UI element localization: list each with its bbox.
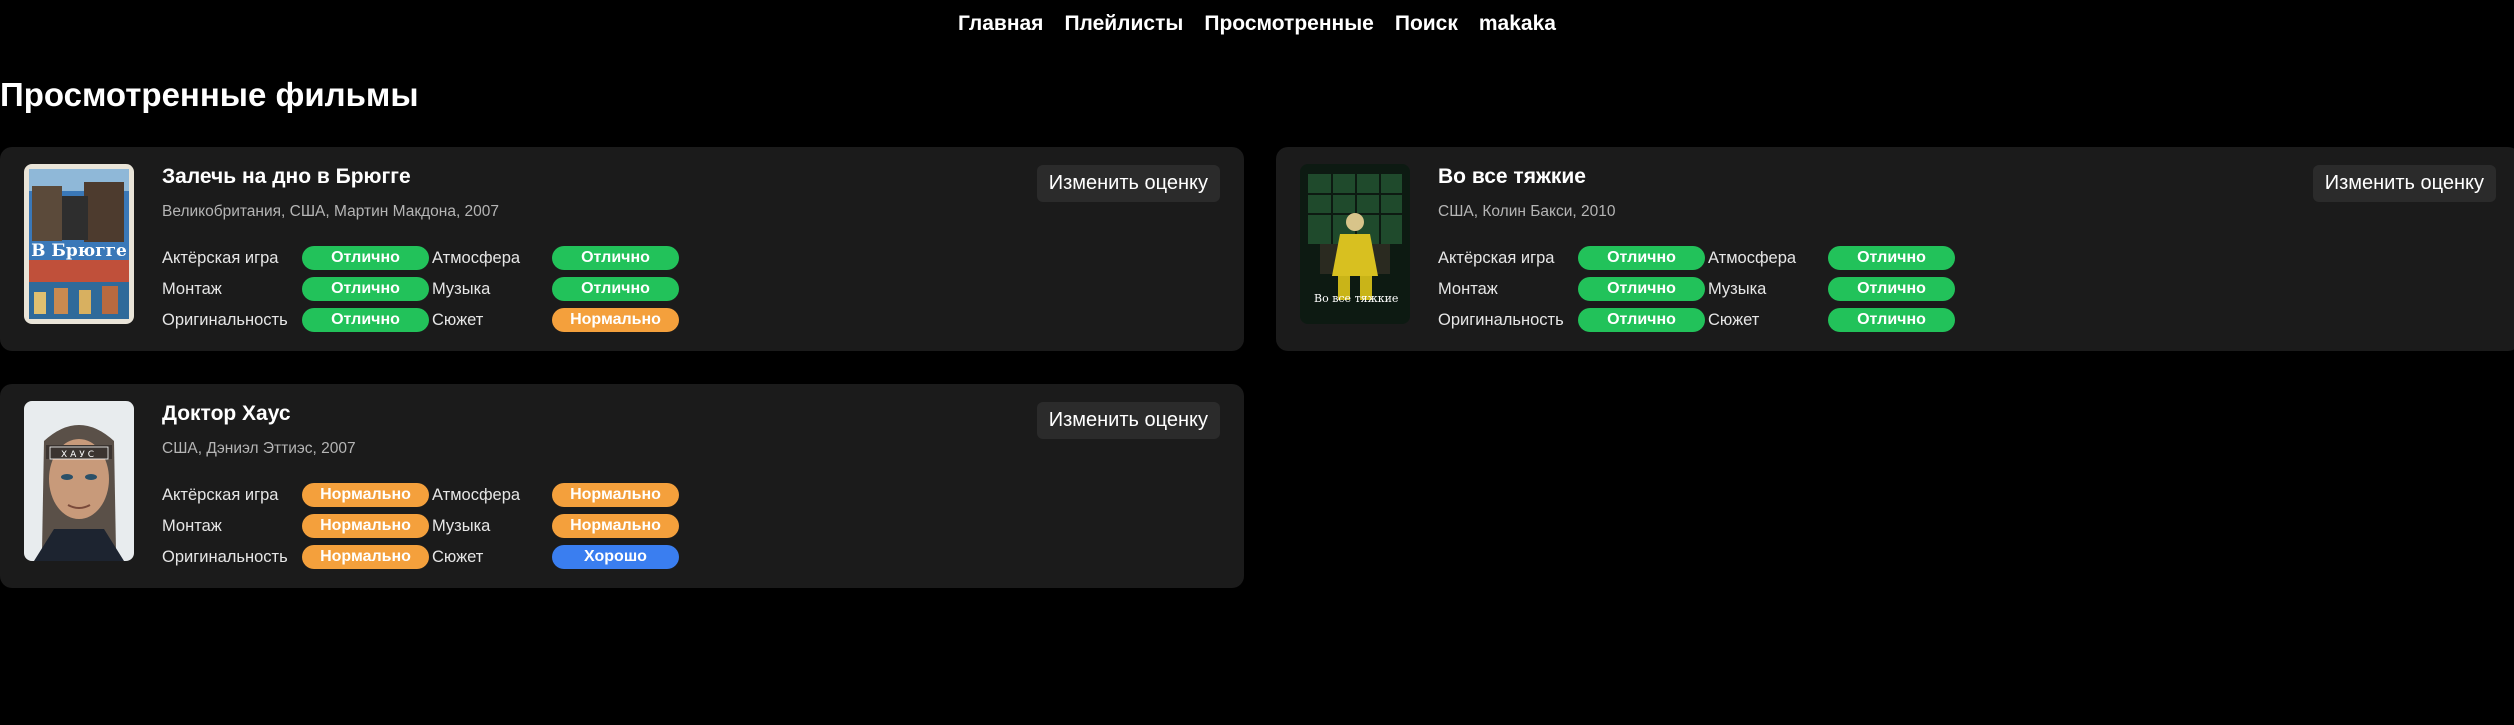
music-rating-badge: Отлично (552, 277, 679, 301)
originality-rating-badge: Нормально (302, 545, 429, 569)
movie-card: ХАУС Доктор Хаус США, Дэниэл Эттиэс, 200… (0, 384, 1244, 588)
music-rating-badge: Отлично (1828, 277, 1955, 301)
ratings-grid: Актёрская игра Отлично Атмосфера Отлично… (1438, 246, 1958, 332)
svg-text:В Брюгге: В Брюгге (31, 241, 127, 261)
plot-rating-badge: Отлично (1828, 308, 1955, 332)
editing-label: Монтаж (162, 516, 222, 535)
movie-card: Во все тяжкие Во все тяжкие США, Колин Б… (1276, 147, 2514, 351)
change-rating-button[interactable]: Изменить оценку (2312, 165, 2496, 202)
svg-text:ХАУС: ХАУС (61, 450, 97, 460)
music-label: Музыка (1708, 279, 1767, 298)
editing-rating-badge: Отлично (1578, 277, 1705, 301)
originality-rating-badge: Отлично (302, 308, 429, 332)
acting-rating-badge: Нормально (302, 483, 429, 507)
atmosphere-label: Атмосфера (432, 248, 521, 267)
change-rating-button[interactable]: Изменить оценку (1036, 165, 1220, 202)
acting-label: Актёрская игра (1438, 248, 1555, 267)
svg-text:Во все тяжкие: Во все тяжкие (1314, 292, 1398, 305)
page-title: Просмотренные фильмы (0, 76, 419, 113)
plot-label: Сюжет (432, 310, 484, 329)
plot-rating-badge: Хорошо (552, 545, 679, 569)
atmosphere-rating-badge: Отлично (1828, 246, 1955, 270)
nav-home-link[interactable]: Главная (958, 12, 1043, 36)
acting-label: Актёрская игра (162, 248, 279, 267)
movie-title: Залечь на дно в Брюгге (162, 165, 411, 188)
movie-info: Во все тяжкие США, Колин Бакси, 2010 (1438, 165, 1615, 221)
atmosphere-rating-badge: Отлично (552, 246, 679, 270)
movie-poster[interactable]: ХАУС (24, 401, 134, 561)
movie-meta: США, Дэниэл Эттиэс, 2007 (162, 440, 356, 457)
movie-meta: США, Колин Бакси, 2010 (1438, 203, 1616, 220)
music-label: Музыка (432, 279, 491, 298)
atmosphere-label: Атмосфера (1708, 248, 1797, 267)
movie-title: Доктор Хаус (162, 402, 291, 425)
movie-title: Во все тяжкие (1438, 165, 1586, 188)
originality-label: Оригинальность (162, 547, 288, 566)
acting-rating-badge: Отлично (1578, 246, 1705, 270)
plot-rating-badge: Нормально (552, 308, 679, 332)
top-nav: Главная Плейлисты Просмотренные Поиск ma… (0, 12, 2514, 36)
ratings-grid: Актёрская игра Отлично Атмосфера Отлично… (162, 246, 682, 332)
movie-info: Доктор Хаус США, Дэниэл Эттиэс, 2007 (162, 402, 356, 458)
acting-label: Актёрская игра (162, 485, 279, 504)
plot-label: Сюжет (432, 547, 484, 566)
acting-rating-badge: Отлично (302, 246, 429, 270)
editing-label: Монтаж (162, 279, 222, 298)
movie-poster[interactable]: Во все тяжкие (1300, 164, 1410, 324)
originality-label: Оригинальность (1438, 310, 1564, 329)
movie-poster[interactable]: В Брюгге (24, 164, 134, 324)
editing-rating-badge: Нормально (302, 514, 429, 538)
plot-label: Сюжет (1708, 310, 1760, 329)
change-rating-button[interactable]: Изменить оценку (1036, 402, 1220, 439)
originality-label: Оригинальность (162, 310, 288, 329)
nav-watched-link[interactable]: Просмотренные (1204, 12, 1374, 36)
nav-playlists-link[interactable]: Плейлисты (1064, 12, 1183, 36)
editing-label: Монтаж (1438, 279, 1498, 298)
editing-rating-badge: Отлично (302, 277, 429, 301)
nav-search-link[interactable]: Поиск (1395, 12, 1458, 36)
music-label: Музыка (432, 516, 491, 535)
ratings-grid: Актёрская игра Нормально Атмосфера Норма… (162, 483, 682, 569)
movie-info: Залечь на дно в Брюгге Великобритания, С… (162, 165, 499, 221)
nav-user-link[interactable]: makaka (1479, 12, 1556, 36)
movie-card: В Брюгге Залечь на дно в Брюгге Великобр… (0, 147, 1244, 351)
originality-rating-badge: Отлично (1578, 308, 1705, 332)
atmosphere-rating-badge: Нормально (552, 483, 679, 507)
movie-meta: Великобритания, США, Мартин Макдона, 200… (162, 203, 500, 220)
atmosphere-label: Атмосфера (432, 485, 521, 504)
music-rating-badge: Нормально (552, 514, 679, 538)
